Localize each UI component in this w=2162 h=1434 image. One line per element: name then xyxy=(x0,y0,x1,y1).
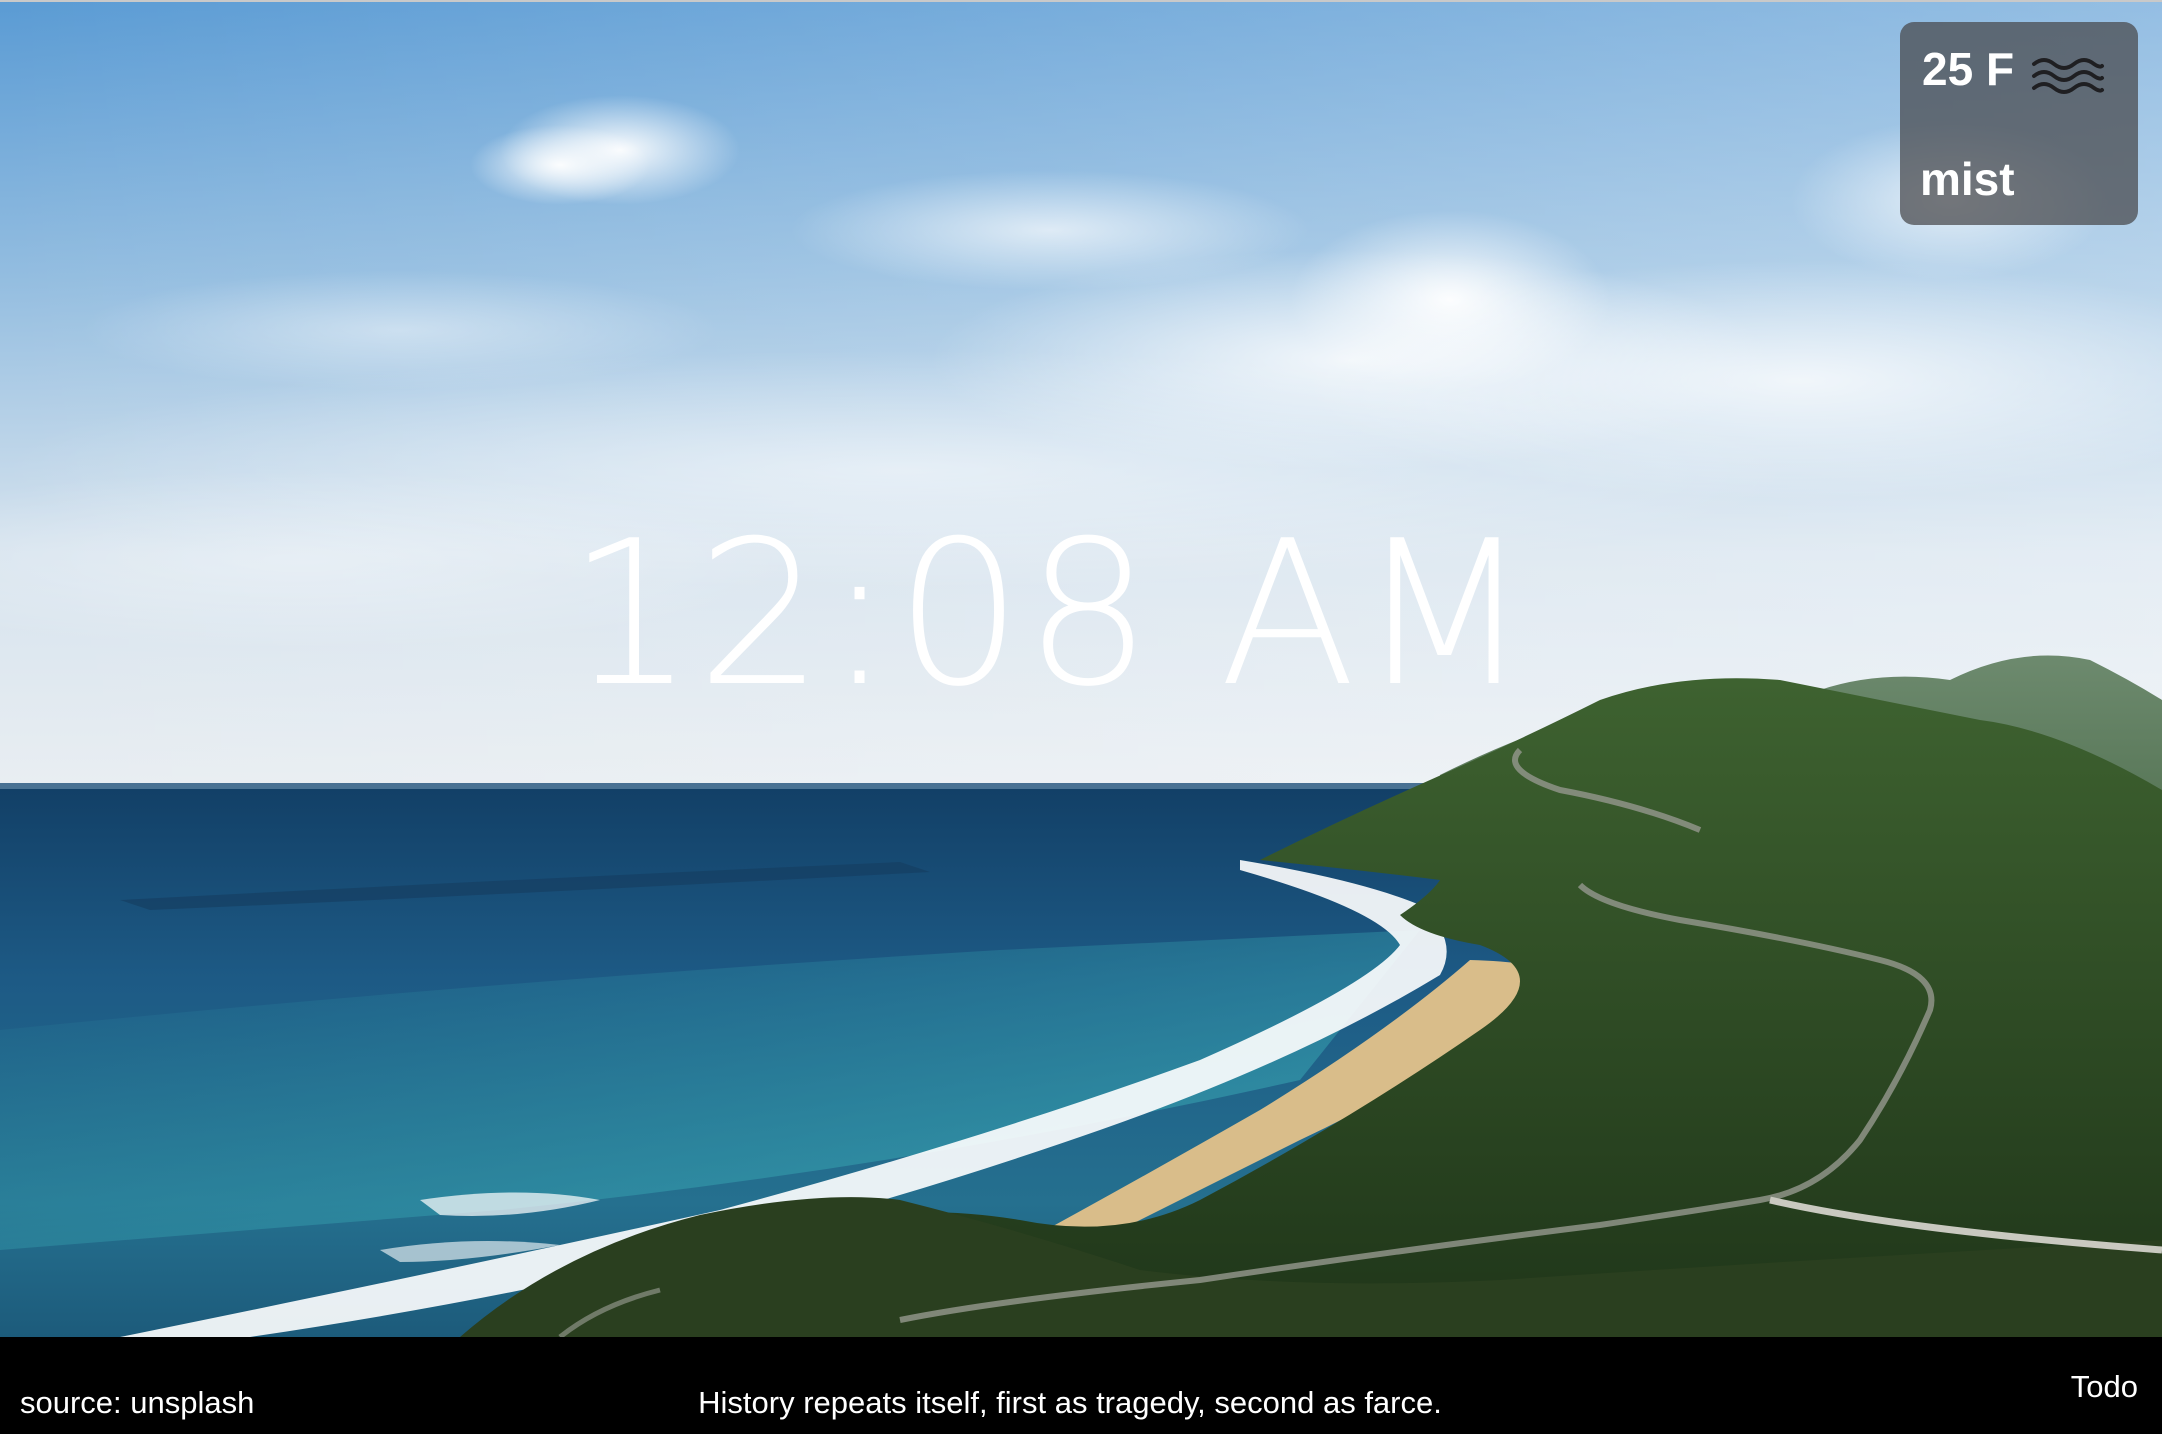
mist-icon xyxy=(2028,52,2106,108)
todo-button[interactable]: Todo xyxy=(2071,1369,2138,1405)
weather-description: mist xyxy=(1920,153,2015,205)
weather-widget[interactable]: 25 F mist xyxy=(1900,22,2138,225)
top-border xyxy=(0,0,2162,2)
weather-temperature: 25 F xyxy=(1922,43,2015,95)
quote-text: History repeats itself, first as tragedy… xyxy=(698,1385,1442,1420)
new-tab-page: 25 F mist 12:08 AM source: unsplash Hist… xyxy=(0,0,2162,1434)
clock-time: 12:08 AM xyxy=(567,498,1533,731)
bottom-bar: source: unsplash History repeats itself,… xyxy=(0,1337,2162,1434)
